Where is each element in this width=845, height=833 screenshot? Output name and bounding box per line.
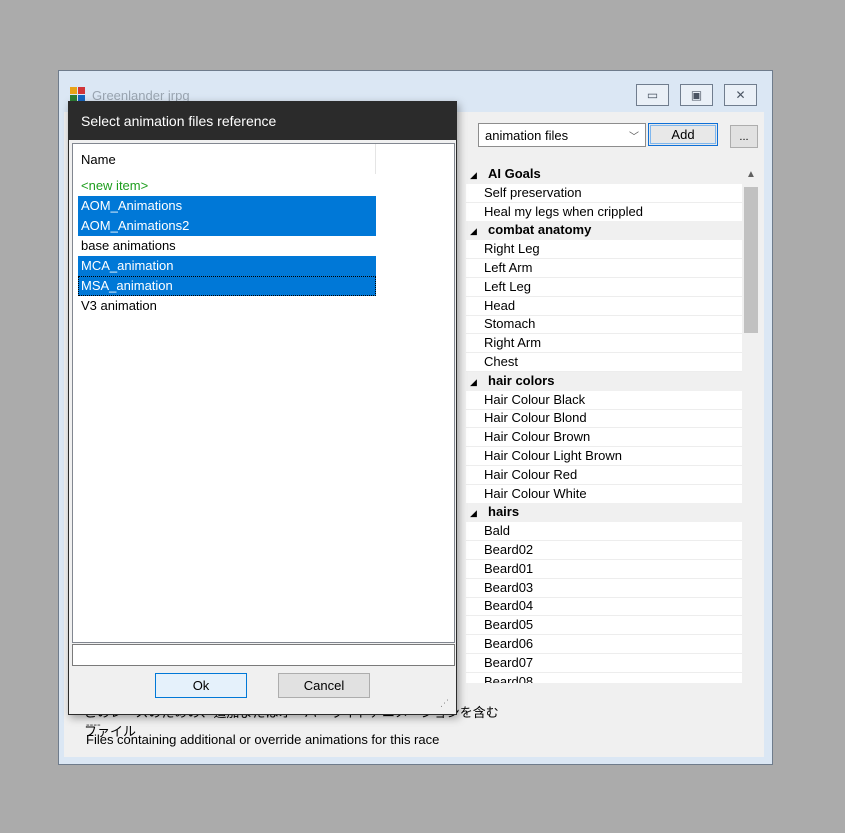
- property-scrollbar[interactable]: ▲: [742, 165, 760, 683]
- property-row[interactable]: Hair Colour Light Brown: [466, 447, 742, 466]
- collapse-arrow-icon[interactable]: ◢: [470, 166, 488, 184]
- column-header-name[interactable]: Name: [73, 144, 376, 174]
- property-label: Beard05: [484, 617, 534, 633]
- property-row[interactable]: Stomach: [466, 315, 742, 335]
- property-label: Hair Colour Brown: [484, 429, 591, 445]
- property-label: Beard02: [484, 542, 534, 557]
- cancel-button[interactable]: Cancel: [278, 673, 370, 698]
- property-label: hairs: [488, 504, 520, 520]
- property-label: Bald: [484, 523, 511, 539]
- property-label: Hair Colour White: [484, 485, 587, 501]
- property-row[interactable]: Beard05: [466, 616, 742, 636]
- property-row[interactable]: Heal my legs when crippled: [466, 203, 742, 222]
- property-category[interactable]: ◢ hairs: [466, 503, 742, 523]
- file-type-combo[interactable]: animation files ﹀: [478, 123, 646, 147]
- close-button[interactable]: ✕: [724, 84, 757, 106]
- more-button[interactable]: ...: [730, 125, 758, 148]
- collapse-arrow-icon[interactable]: ◢: [470, 504, 488, 522]
- property-label: Beard03: [484, 579, 534, 595]
- property-row[interactable]: Beard02: [466, 541, 742, 560]
- property-label: Self preservation: [484, 184, 582, 200]
- scrollbar-thumb[interactable]: [744, 187, 758, 333]
- property-label: Left Leg: [484, 278, 531, 294]
- property-label: Head: [484, 297, 516, 313]
- resize-grip-icon[interactable]: ⋰: [440, 698, 449, 709]
- property-label: Hair Colour Light Brown: [484, 448, 623, 463]
- property-label: Heal my legs when crippled: [484, 203, 643, 219]
- property-row[interactable]: Beard01: [466, 560, 742, 579]
- property-category[interactable]: ◢ combat anatomy: [466, 221, 742, 241]
- property-row[interactable]: Beard08: [466, 673, 742, 683]
- list-item[interactable]: base animations: [78, 236, 376, 256]
- property-label: Right Arm: [484, 335, 542, 351]
- property-label: Hair Colour Blond: [484, 410, 587, 426]
- property-label: Beard08: [484, 673, 534, 683]
- list-item[interactable]: AOM_Animations2: [78, 216, 376, 236]
- property-label: AI Goals: [488, 166, 541, 181]
- property-row[interactable]: Hair Colour Black: [466, 391, 742, 410]
- property-row[interactable]: Beard03: [466, 579, 742, 598]
- property-row[interactable]: Left Leg: [466, 278, 742, 297]
- maximize-icon: ▣: [690, 88, 703, 102]
- property-row[interactable]: Hair Colour Red: [466, 466, 742, 485]
- property-category[interactable]: ◢ AI Goals: [466, 165, 742, 184]
- property-row[interactable]: Right Arm: [466, 334, 742, 354]
- animation-file-list[interactable]: Name <new item> AOM_Animations AOM_Animati…: [72, 143, 455, 643]
- dialog-title: Select animation files reference: [69, 102, 456, 140]
- property-label: Beard01: [484, 560, 534, 576]
- property-row[interactable]: Right Leg: [466, 240, 742, 260]
- property-row[interactable]: Hair Colour Blond: [466, 409, 742, 429]
- property-label: combat anatomy: [488, 222, 592, 238]
- minimize-icon: ▭: [646, 88, 659, 102]
- property-label: Hair Colour Black: [484, 391, 586, 407]
- property-label: Left Arm: [484, 260, 533, 275]
- description-english: Files containing additional or override …: [86, 732, 440, 747]
- property-category[interactable]: ◢ hair colors: [466, 371, 742, 391]
- collapse-arrow-icon[interactable]: ◢: [470, 222, 488, 240]
- property-label: Chest: [484, 354, 518, 369]
- add-button[interactable]: Add: [648, 123, 718, 146]
- list-item[interactable]: MSA_animation: [78, 276, 376, 296]
- property-list[interactable]: ◢ AI Goals Self preservation Heal my legs w…: [466, 165, 760, 683]
- description-separator: ----: [86, 719, 101, 731]
- property-label: Right Leg: [484, 241, 540, 257]
- property-label: Beard07: [484, 654, 534, 670]
- scroll-up-icon[interactable]: ▲: [742, 169, 760, 180]
- property-label: Beard06: [484, 636, 534, 651]
- property-row[interactable]: Beard07: [466, 654, 742, 673]
- close-icon: ✕: [735, 88, 746, 102]
- minimize-button[interactable]: ▭: [636, 84, 669, 106]
- property-label: Beard04: [484, 598, 534, 614]
- chevron-down-icon: ﹀: [629, 131, 639, 143]
- name-input[interactable]: [72, 644, 455, 666]
- combo-value: animation files: [485, 127, 569, 143]
- list-item[interactable]: AOM_Animations: [78, 196, 376, 216]
- list-item[interactable]: V3 animation: [78, 296, 376, 316]
- property-label: Hair Colour Red: [484, 466, 578, 482]
- property-row[interactable]: Hair Colour White: [466, 485, 742, 504]
- property-label: Stomach: [484, 316, 536, 332]
- property-row[interactable]: Chest: [466, 353, 742, 372]
- property-row[interactable]: Left Arm: [466, 259, 742, 278]
- property-row[interactable]: Beard04: [466, 597, 742, 617]
- property-row[interactable]: Bald: [466, 522, 742, 542]
- property-row[interactable]: Beard06: [466, 635, 742, 654]
- list-item[interactable]: MCA_animation: [78, 256, 376, 276]
- property-row[interactable]: Hair Colour Brown: [466, 428, 742, 448]
- collapse-arrow-icon[interactable]: ◢: [470, 373, 488, 391]
- list-item[interactable]: <new item>: [78, 176, 376, 196]
- property-row[interactable]: Head: [466, 297, 742, 316]
- maximize-button[interactable]: ▣: [680, 84, 713, 106]
- property-label: hair colors: [488, 372, 555, 388]
- ok-button[interactable]: Ok: [155, 673, 247, 698]
- property-row[interactable]: Self preservation: [466, 184, 742, 203]
